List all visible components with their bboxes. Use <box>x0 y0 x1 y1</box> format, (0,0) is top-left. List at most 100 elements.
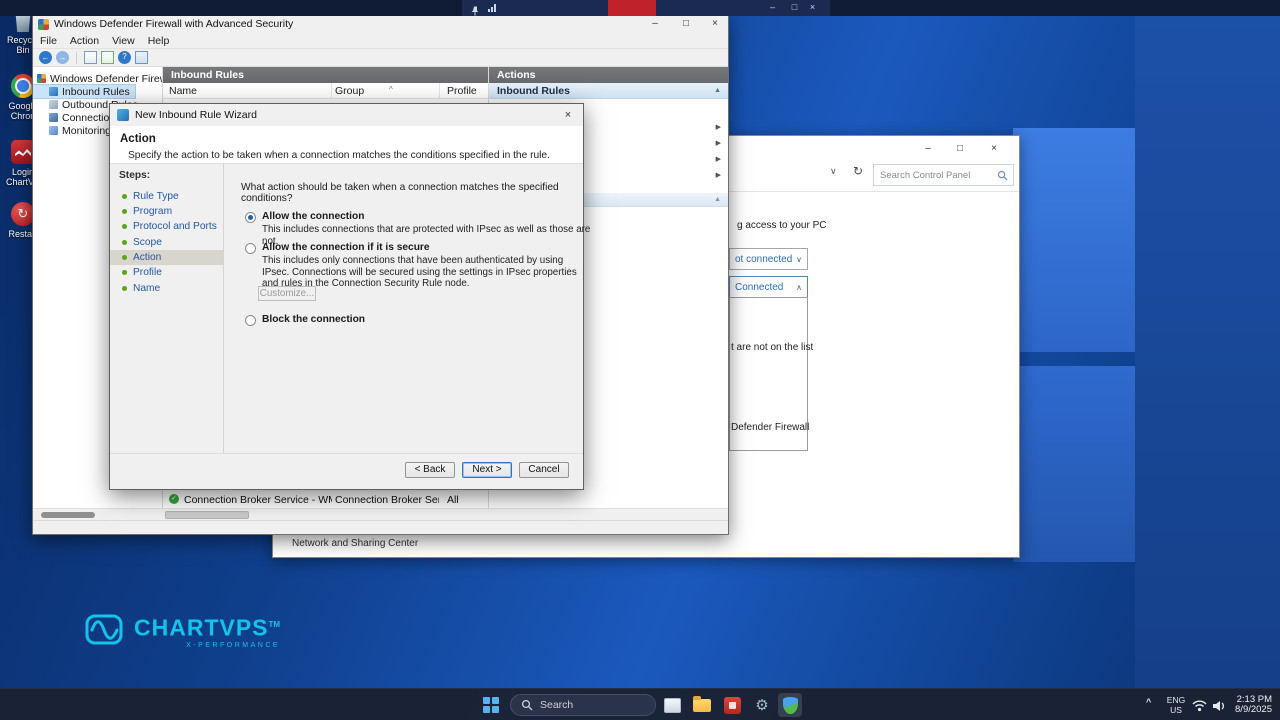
language-line1: ENG <box>1164 695 1188 705</box>
cancel-button[interactable]: Cancel <box>519 462 569 478</box>
collapse-icon[interactable]: ▲ <box>714 83 721 99</box>
wizard-step-protocol-and-ports[interactable]: Protocol and Ports <box>110 219 223 234</box>
console-minimize-button[interactable]: – <box>644 16 666 32</box>
address-dropdown-icon[interactable]: ∨ <box>830 166 837 177</box>
sort-indicator-icon: ^ <box>389 85 393 94</box>
not-on-list-text: t are not on the list <box>731 342 813 353</box>
wizard-close-button[interactable]: × <box>559 107 577 123</box>
rule-group: Connection Broker Service <box>335 494 439 506</box>
gear-icon: ⚙ <box>755 698 768 713</box>
steps-label: Steps: <box>119 170 150 181</box>
option-label[interactable]: Block the connection <box>262 314 365 325</box>
rule-profile: All <box>447 494 459 506</box>
wizard-icon <box>117 109 129 121</box>
menu-help[interactable]: Help <box>148 35 170 47</box>
taskbar-app-window[interactable] <box>660 693 684 717</box>
tree-item-inbound-rules[interactable]: Inbound Rules <box>33 85 135 98</box>
radio-allow-if-secure[interactable] <box>245 243 256 254</box>
start-button[interactable] <box>483 697 499 713</box>
console-menubar: File Action View Help <box>33 33 728 49</box>
cp-close-button[interactable]: × <box>979 140 1009 158</box>
connection-signal-icon <box>488 4 496 12</box>
radio-allow-connection[interactable] <box>245 212 256 223</box>
taskbar-app-file-explorer[interactable] <box>690 693 714 717</box>
tray-overflow-chevron[interactable]: ^ <box>1146 697 1151 707</box>
wizard-titlebar: New Inbound Rule Wizard × <box>110 104 583 126</box>
folder-icon <box>693 699 711 712</box>
steps-divider <box>223 164 224 454</box>
wizard-question: What action should be taken when a conne… <box>241 182 581 204</box>
option-label[interactable]: Allow the connection <box>262 211 364 222</box>
tree-item-root[interactable]: Windows Defender Firewall wit <box>33 72 162 85</box>
connection-security-icon <box>49 113 58 122</box>
column-divider[interactable] <box>439 83 440 99</box>
column-divider[interactable] <box>331 83 332 99</box>
console-maximize-button[interactable]: □ <box>675 16 697 32</box>
forward-button[interactable]: → <box>56 51 69 64</box>
connection-dropdown-collapsed[interactable]: ot connected ∨ <box>729 248 808 270</box>
pin-icon[interactable] <box>470 3 480 21</box>
connection-dropdown-expanded[interactable]: Connected ∧ <box>729 276 808 298</box>
chartvps-wave-icon <box>84 612 124 648</box>
chevron-up-icon: ∧ <box>796 283 802 292</box>
back-button[interactable]: ← <box>39 51 52 64</box>
next-button[interactable]: Next > <box>462 462 512 478</box>
option-description: This includes only connections that have… <box>262 255 592 290</box>
show-action-pane-button[interactable] <box>135 51 148 64</box>
rule-row[interactable]: ✓ Connection Broker Service - WMI (DCO..… <box>163 494 488 508</box>
step-bullet-icon <box>122 240 127 245</box>
column-name[interactable]: Name <box>169 85 197 97</box>
cp-minimize-button[interactable]: – <box>913 140 943 158</box>
new-inbound-rule-wizard-dialog: New Inbound Rule Wizard × Action Specify… <box>109 103 584 490</box>
rdp-minimize-button[interactable]: – <box>764 0 781 16</box>
taskbar-app-red[interactable] <box>720 693 744 717</box>
rdp-restore-button[interactable]: □ <box>786 0 803 16</box>
wizard-step-scope[interactable]: Scope <box>110 235 223 250</box>
step-bullet-icon <box>122 224 127 229</box>
rdp-close-button[interactable]: × <box>804 0 821 16</box>
column-group[interactable]: Group <box>335 85 364 97</box>
wizard-step-program[interactable]: Program <box>110 204 223 219</box>
submenu-arrow-icon: ▶ <box>716 139 721 147</box>
cp-maximize-button[interactable]: □ <box>945 140 975 158</box>
taskbar-app-settings[interactable]: ⚙ <box>750 693 774 717</box>
menu-file[interactable]: File <box>40 35 57 47</box>
option-label[interactable]: Allow the connection if it is secure <box>262 242 430 253</box>
refresh-icon[interactable]: ↻ <box>853 164 863 178</box>
menu-action[interactable]: Action <box>70 35 99 47</box>
wizard-step-action[interactable]: Action <box>110 250 223 265</box>
rdp-pill: – □ × <box>462 0 830 16</box>
actions-group-inbound-rules[interactable]: Inbound Rules ▲ <box>489 83 728 99</box>
tree-item-label: Inbound Rules <box>62 86 130 98</box>
inbound-rules-icon <box>49 87 58 96</box>
menu-view[interactable]: View <box>112 35 135 47</box>
clock[interactable]: 2:13 PM 8/9/2025 <box>1220 695 1272 715</box>
search-icon <box>521 699 533 711</box>
export-list-button[interactable] <box>101 51 114 64</box>
console-close-button[interactable]: × <box>704 16 726 32</box>
collapse-icon[interactable]: ▲ <box>714 193 721 207</box>
actions-group-label: Inbound Rules <box>497 85 570 97</box>
language-indicator[interactable]: ENG US <box>1164 695 1188 715</box>
tree-hscrollbar-thumb[interactable] <box>41 512 95 518</box>
step-bullet-icon <box>122 270 127 275</box>
tray-date: 8/9/2025 <box>1220 705 1272 715</box>
list-hscrollbar-thumb[interactable] <box>165 511 249 519</box>
wizard-step-profile[interactable]: Profile <box>110 265 223 280</box>
network-sharing-center-link[interactable]: Network and Sharing Center <box>292 538 418 549</box>
help-button[interactable]: ? <box>118 51 131 64</box>
customize-button[interactable]: Customize... <box>258 286 316 301</box>
back-button[interactable]: < Back <box>405 462 455 478</box>
network-icon[interactable] <box>1192 699 1207 717</box>
radio-block-connection[interactable] <box>245 315 256 326</box>
show-console-tree-button[interactable] <box>84 51 97 64</box>
control-panel-search-box[interactable] <box>873 164 1014 186</box>
control-panel-search-input[interactable] <box>880 170 994 181</box>
wizard-header: Action Specify the action to be taken wh… <box>110 126 583 164</box>
wizard-step-rule-type[interactable]: Rule Type <box>110 189 223 204</box>
column-profile[interactable]: Profile <box>447 85 477 97</box>
dropdown-value: ot connected <box>735 254 792 265</box>
wizard-step-name[interactable]: Name <box>110 281 223 296</box>
taskbar-app-security[interactable] <box>778 693 802 717</box>
taskbar-search[interactable]: Search <box>510 694 656 716</box>
